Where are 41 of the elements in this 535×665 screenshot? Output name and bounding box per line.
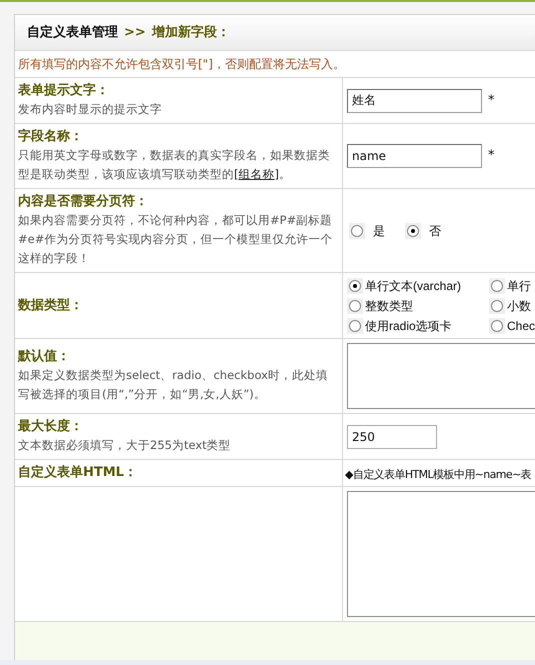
- radio-label: 是: [373, 222, 385, 240]
- text-field[interactable]: 姓名: [347, 88, 482, 112]
- radio-button[interactable]: [491, 320, 503, 332]
- notice-text: 所有填写的内容不允许包含双引号["]，否则配置将无法写入。: [18, 56, 345, 73]
- breadcrumb-root[interactable]: 自定义表单管理: [27, 22, 118, 42]
- radio-button[interactable]: [491, 280, 503, 292]
- field-description: 只能用英文字母或数字，数据表的真实字段名，如果数据类型是联动类型，该项应该填写联动类型的[组名称]。: [18, 147, 331, 183]
- html-textarea[interactable]: [347, 491, 535, 617]
- text-field[interactable]: name: [347, 144, 482, 168]
- radio-button[interactable]: [407, 224, 419, 236]
- field-label: 自定义表单HTML：: [18, 464, 138, 482]
- radio-button[interactable]: [351, 224, 363, 236]
- radio-label: 单行: [507, 278, 531, 294]
- html-template-note: ◆自定义表单HTML模板中用~name~表: [345, 468, 532, 481]
- field-description: 发布内容时显示的提示文字: [18, 101, 163, 118]
- group-name-link[interactable]: [组名称]: [234, 167, 279, 181]
- radio-label: 否: [429, 222, 441, 240]
- field-label: 字段名称：: [18, 128, 84, 146]
- radio-label: 整数类型: [365, 298, 413, 314]
- radio-label: 使用radio选项卡: [365, 318, 452, 334]
- breadcrumb-current: 增加新字段：: [152, 24, 230, 42]
- radio-label: Chec: [507, 318, 535, 334]
- required-mark: *: [488, 147, 494, 166]
- field-label: 数据类型：: [18, 296, 84, 314]
- required-mark: *: [488, 92, 494, 110]
- field-label: 内容是否需要分页符：: [18, 193, 149, 211]
- radio-label: 单行文本(varchar): [365, 278, 462, 294]
- default-value-textarea[interactable]: [347, 343, 535, 409]
- radio-label: 小数: [507, 298, 531, 314]
- field-description: 如果定义数据类型为select、radio、checkbox时，此处填写被选择的项目(用“,”分开，如“男,女,人妖”)。: [18, 367, 329, 403]
- field-label: 表单提示文字：: [18, 82, 110, 100]
- text-field[interactable]: 250: [347, 425, 437, 449]
- radio-button[interactable]: [349, 320, 361, 332]
- field-description: 如果内容需要分页符，不论何种内容，都可以用#P#副标题#e#作为分页符号实现内容分页，但一个模型里仅允许一个这样的字段！: [18, 212, 334, 267]
- field-description: 文本数据必须填写，大于255为text类型: [18, 437, 232, 454]
- field-label: 默认值：: [18, 348, 71, 366]
- radio-button[interactable]: [491, 300, 503, 312]
- breadcrumb-separator: >>: [124, 24, 146, 42]
- field-label: 最大长度：: [18, 418, 84, 436]
- radio-button[interactable]: [349, 300, 361, 312]
- radio-button[interactable]: [349, 280, 361, 292]
